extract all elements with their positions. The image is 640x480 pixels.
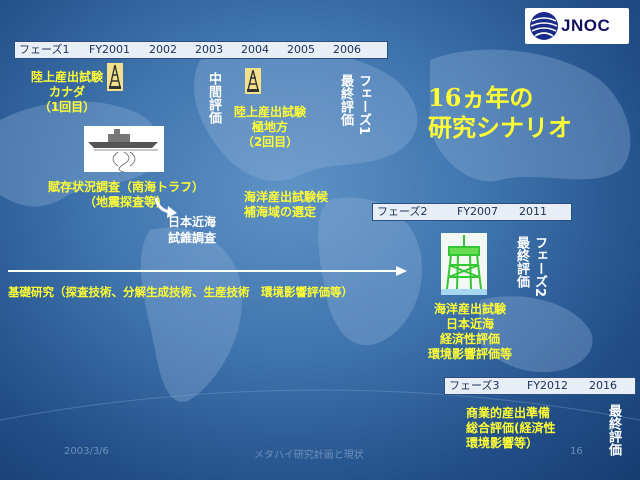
final-evaluation-label: 最終評価: [606, 404, 621, 456]
phase2-year: FY2007: [457, 205, 499, 218]
midterm-evaluation-label: 中間評価: [206, 72, 221, 124]
text-line: （地震探査等）: [83, 195, 168, 209]
occurrence-survey: 賦存状況調査（南海トラフ） （地震探査等）: [36, 180, 216, 210]
phase1-final-label-a: フェーズ1: [356, 74, 371, 136]
title-line-1: 16ヵ年の: [428, 83, 534, 112]
text-line: カナダ: [48, 85, 85, 99]
basic-research-text: 基礎研究（探査技術、分解生成技術、生産技術 環境影響評価等）: [8, 285, 353, 299]
phase1-year: 2003: [195, 43, 223, 56]
platform-icon: [441, 233, 487, 295]
jnoc-logo: JNOC: [525, 8, 629, 44]
text-line: 日本近海: [445, 317, 494, 331]
footer-page-number: 16: [570, 446, 583, 457]
text-line: 試錐調査: [168, 231, 217, 245]
text-line: （2回目）: [241, 135, 299, 149]
phase1-year: 2005: [287, 43, 315, 56]
text-line: 環境影響評価等: [427, 347, 512, 361]
phase1-timeline-bar: フェーズ1 FY2001 2002 2003 2004 2005 2006: [14, 41, 388, 59]
text-line: 極地方: [251, 120, 288, 134]
phase1-year: FY2001: [89, 43, 131, 56]
phase2-label: フェーズ2: [377, 205, 428, 218]
rig-icon: [245, 68, 261, 94]
onshore-test-2: 陸上産出試験 極地方 （2回目）: [220, 105, 320, 150]
phase1-label: フェーズ1: [19, 43, 70, 56]
offshore-candidate-selection: 海洋産出試験候 補海域の選定: [244, 190, 328, 220]
phase2-final-label-b: 最終評価: [514, 236, 529, 288]
text-line: 海洋産出試験: [433, 302, 506, 316]
slide-title: 16ヵ年の 研究シナリオ: [428, 83, 572, 143]
text-line: 商業的産出準備: [466, 406, 551, 420]
text-line: 補海域の選定: [244, 205, 317, 219]
phase3-label: フェーズ3: [449, 379, 500, 392]
onshore-test-1: 陸上産出試験 カナダ （1回目）: [22, 70, 112, 115]
phase1-year: 2002: [149, 43, 177, 56]
phase3-year: 2016: [589, 379, 617, 392]
slide: JNOC フェーズ1 FY2001 2002 2003 2004 2005 2006 フェー…: [0, 0, 640, 480]
phase1-year: 2006: [333, 43, 361, 56]
text-line: 経済性評価: [439, 332, 500, 346]
basic-research-arrow: [8, 266, 407, 276]
text-line: 海洋産出試験候: [244, 190, 329, 204]
phase3-year: FY2012: [527, 379, 569, 392]
phase2-year: 2011: [519, 205, 547, 218]
globe-logo-icon: [530, 12, 558, 40]
text-line: 陸上産出試験: [30, 70, 103, 84]
title-line-2: 研究シナリオ: [428, 113, 572, 142]
phase2-final-label-a: フェーズ2: [532, 236, 547, 298]
phase1-final-label-b: 最終評価: [338, 74, 353, 126]
text-line: 賦存状況調査（南海トラフ）: [47, 180, 204, 194]
phase2-timeline-bar: フェーズ2 FY2007 2011: [372, 203, 572, 221]
phase3-timeline-bar: フェーズ3 FY2012 2016: [444, 377, 636, 395]
commercial-production-prep: 商業的産出準備 総合評価(経済性 環境影響等）: [466, 406, 556, 451]
text-line: 日本近海: [168, 215, 217, 229]
text-line: （1回目）: [38, 100, 96, 114]
offshore-production-test: 海洋産出試験 日本近海 経済性評価 環境影響評価等: [414, 302, 526, 362]
text-line: 陸上産出試験: [233, 105, 306, 119]
ship-icon: [84, 126, 164, 172]
phase1-year: 2004: [241, 43, 269, 56]
text-line: 総合評価(経済性: [466, 421, 556, 435]
footer-date: 2003/3/6: [64, 446, 109, 457]
japan-sea-drilling: 日本近海 試錐調査: [168, 214, 216, 246]
text-line: 環境影響等）: [466, 436, 539, 450]
footer-title: メタハイ研究計画と現状: [254, 450, 364, 461]
logo-text: JNOC: [561, 16, 611, 35]
